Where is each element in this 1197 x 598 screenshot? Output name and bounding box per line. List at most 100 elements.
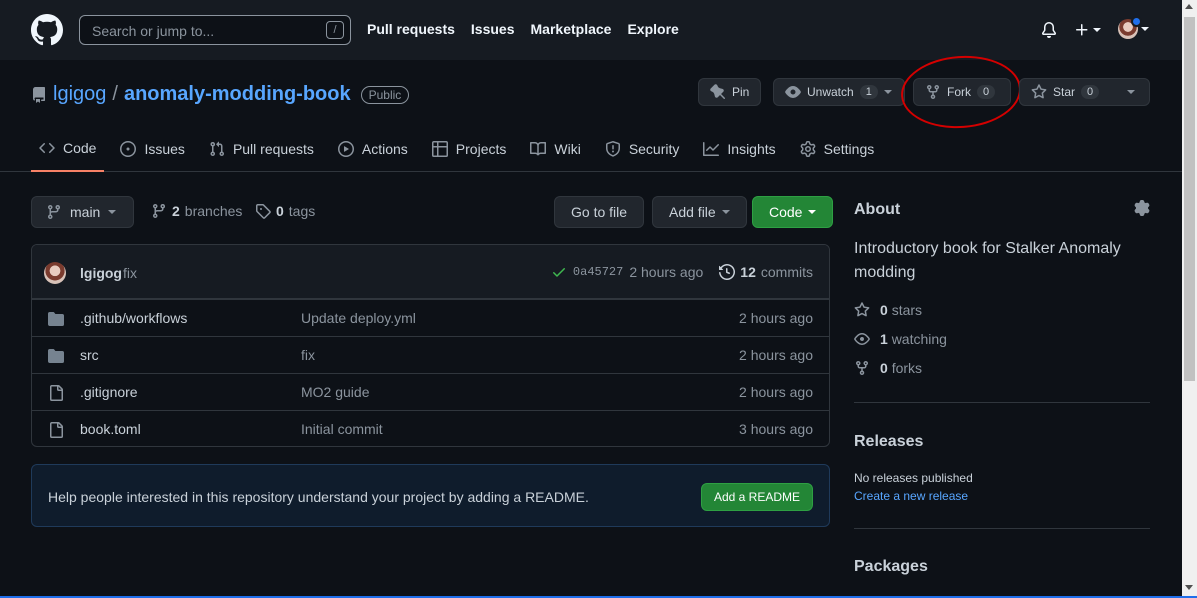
gear-icon[interactable]: [1134, 200, 1150, 216]
file-row[interactable]: .github/workflows Update deploy.yml 2 ho…: [32, 299, 829, 336]
nav-pull-requests[interactable]: Pull requests: [367, 21, 455, 37]
caret-down-icon: [808, 210, 817, 214]
divider: [854, 528, 1150, 529]
nav-marketplace[interactable]: Marketplace: [531, 21, 612, 37]
repo-description: Introductory book for Stalker Anomaly mo…: [854, 240, 1121, 281]
nav-issues[interactable]: Issues: [471, 21, 515, 37]
star-button[interactable]: Star 0: [1019, 78, 1150, 106]
add-readme-button[interactable]: Add a README: [700, 483, 813, 511]
watching-label: watching: [891, 331, 947, 347]
star-label: Star: [1053, 85, 1076, 99]
avatar[interactable]: [44, 262, 66, 284]
file-age: 2 hours ago: [739, 384, 813, 400]
file-row[interactable]: .gitignore MO2 guide 2 hours ago: [32, 373, 829, 410]
file-name[interactable]: .gitignore: [80, 384, 138, 400]
releases-heading[interactable]: Releases: [854, 433, 923, 451]
repo-owner-link[interactable]: lgigog: [53, 83, 106, 106]
commits-link[interactable]: 12 commits: [719, 264, 813, 280]
commits-count: 12: [740, 264, 756, 280]
file-name[interactable]: src: [80, 347, 99, 363]
scroll-down-arrow-icon[interactable]: [1185, 585, 1193, 590]
no-releases-text: No releases published: [854, 471, 973, 485]
go-to-file-button[interactable]: Go to file: [554, 196, 645, 228]
file-commit-message[interactable]: MO2 guide: [301, 384, 369, 400]
file-commit-message[interactable]: Update deploy.yml: [301, 310, 416, 326]
stars-link[interactable]: 0 stars: [854, 302, 1150, 318]
tab-security[interactable]: Security: [597, 132, 688, 172]
book-icon: [530, 141, 547, 156]
scrollbar-thumb[interactable]: [1184, 17, 1195, 381]
github-logo-icon[interactable]: [31, 14, 63, 46]
nav-explore[interactable]: Explore: [627, 21, 678, 37]
tab-label: Projects: [455, 141, 507, 157]
create-release-link[interactable]: Create a new release: [854, 489, 968, 503]
check-icon[interactable]: [551, 264, 567, 280]
latest-commit-bar: lgigog fix 0a45727 2 hours ago 12 commit…: [32, 245, 829, 299]
repo-name-link[interactable]: anomaly-modding-book: [124, 83, 351, 106]
folder-icon: [48, 312, 64, 326]
branch-selector[interactable]: main: [31, 196, 134, 228]
plus-icon: [1076, 24, 1088, 36]
caret-down-icon: [1141, 27, 1149, 31]
watch-count: 1: [859, 85, 878, 99]
branches-count: 2: [172, 203, 180, 219]
repo-tabs: Code Issues Pull requests Actions Projec…: [31, 132, 890, 172]
shield-icon: [605, 141, 620, 157]
branches-link[interactable]: 2 branches: [151, 203, 242, 219]
about-heading: About: [854, 201, 901, 218]
vertical-scrollbar[interactable]: [1182, 0, 1197, 598]
caret-down-icon: [1127, 90, 1136, 94]
create-new-menu[interactable]: [1074, 22, 1101, 38]
file-name[interactable]: .github/workflows: [80, 310, 187, 326]
tab-label: Wiki: [554, 141, 581, 157]
unwatch-label: Unwatch: [807, 85, 854, 99]
file-commit-message[interactable]: fix: [301, 347, 315, 363]
tags-count: 0: [276, 203, 284, 219]
user-menu[interactable]: [1118, 16, 1149, 39]
caret-down-icon: [721, 210, 730, 214]
tab-settings[interactable]: Settings: [792, 132, 883, 172]
stars-label: stars: [891, 302, 923, 318]
file-name[interactable]: book.toml: [80, 421, 141, 437]
caret-down-icon: [883, 90, 892, 94]
commit-author[interactable]: lgigog: [80, 265, 122, 281]
visibility-badge: Public: [360, 85, 410, 104]
unwatch-button[interactable]: Unwatch 1: [773, 78, 905, 106]
tab-pull-requests[interactable]: Pull requests: [201, 132, 322, 172]
tab-code[interactable]: Code: [31, 132, 105, 172]
star-dropdown[interactable]: [1127, 88, 1136, 96]
notification-bell-icon[interactable]: [1041, 22, 1057, 38]
watchers-link[interactable]: 1 watching: [854, 331, 1150, 347]
history-icon: [719, 264, 736, 280]
pin-label: Pin: [732, 85, 750, 99]
tag-icon: [256, 204, 271, 219]
divider: [854, 402, 1150, 403]
tab-projects[interactable]: Projects: [424, 132, 515, 172]
tab-label: Actions: [361, 141, 408, 157]
pin-button[interactable]: Pin: [698, 78, 762, 106]
file-row[interactable]: src fix 2 hours ago: [32, 336, 829, 373]
file-row[interactable]: book.toml Initial commit 3 hours ago: [32, 410, 829, 446]
add-readme-label: Add a README: [713, 490, 800, 504]
tab-actions[interactable]: Actions: [330, 132, 416, 172]
tab-label: Settings: [823, 141, 875, 157]
annotation-circle: [898, 51, 1024, 133]
packages-heading[interactable]: Packages: [854, 558, 928, 576]
tags-link[interactable]: 0 tags: [255, 203, 315, 219]
code-button[interactable]: Code: [752, 196, 834, 228]
tab-label: Security: [628, 141, 680, 157]
commit-message[interactable]: fix: [123, 265, 137, 281]
commit-sha[interactable]: 0a45727: [573, 265, 623, 279]
add-file-button[interactable]: Add file: [652, 196, 747, 228]
file-commit-message[interactable]: Initial commit: [301, 421, 383, 437]
scroll-up-arrow-icon[interactable]: [1185, 4, 1193, 9]
pin-icon: [710, 84, 726, 100]
gear-icon: [800, 141, 816, 157]
commits-label: commits: [760, 264, 813, 280]
tab-wiki[interactable]: Wiki: [522, 132, 588, 172]
search-input[interactable]: Search or jump to... /: [79, 15, 351, 45]
tab-issues[interactable]: Issues: [112, 132, 192, 172]
forks-link[interactable]: 0 forks: [854, 360, 1150, 376]
repo-title: lgigog / anomaly-modding-book Public: [31, 83, 410, 106]
tab-insights[interactable]: Insights: [695, 132, 783, 172]
